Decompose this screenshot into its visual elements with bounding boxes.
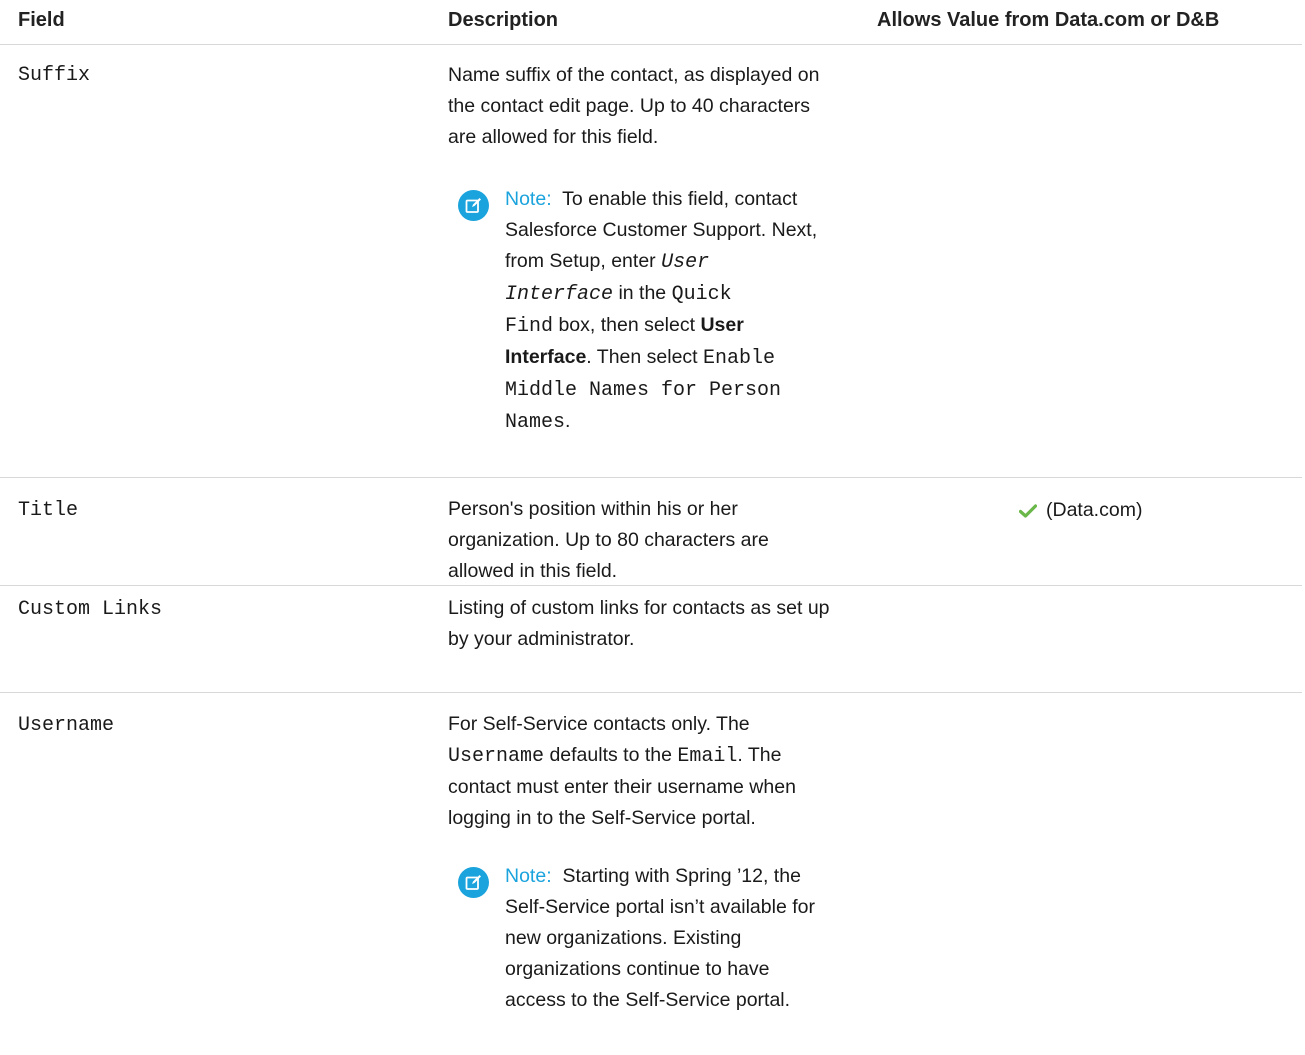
note-label: Note:: [505, 188, 552, 210]
header-divider: [0, 44, 1302, 45]
field-name: Title: [18, 499, 79, 522]
note-icon: [458, 867, 489, 898]
allows-value: (Data.com): [1019, 499, 1142, 522]
note: Note: Starting with Spring ’12, the Self…: [505, 865, 815, 1011]
note: Note: To enable this field, contact Sale…: [505, 188, 818, 434]
row-divider: [0, 477, 1302, 478]
row-divider: [0, 692, 1302, 693]
field-description: Name suffix of the contact, as displayed…: [448, 64, 820, 148]
field-description: For Self-Service contacts only. The User…: [448, 713, 796, 829]
header-description: Description: [448, 9, 559, 31]
field-name: Suffix: [18, 64, 91, 87]
field-name: Username: [18, 714, 115, 737]
field-name: Custom Links: [18, 598, 163, 621]
checkmark-icon: [1019, 503, 1037, 518]
table-header: Field Description Allows Value from Data…: [0, 0, 1305, 44]
note-icon: [458, 190, 489, 221]
header-field: Field: [18, 9, 65, 31]
row-divider: [0, 585, 1302, 586]
note-label: Note:: [505, 865, 552, 887]
header-allows: Allows Value from Data.com or D&B: [877, 9, 1220, 31]
field-description: Person's position within his or her orga…: [448, 498, 769, 582]
field-description: Listing of custom links for contacts as …: [448, 597, 830, 650]
